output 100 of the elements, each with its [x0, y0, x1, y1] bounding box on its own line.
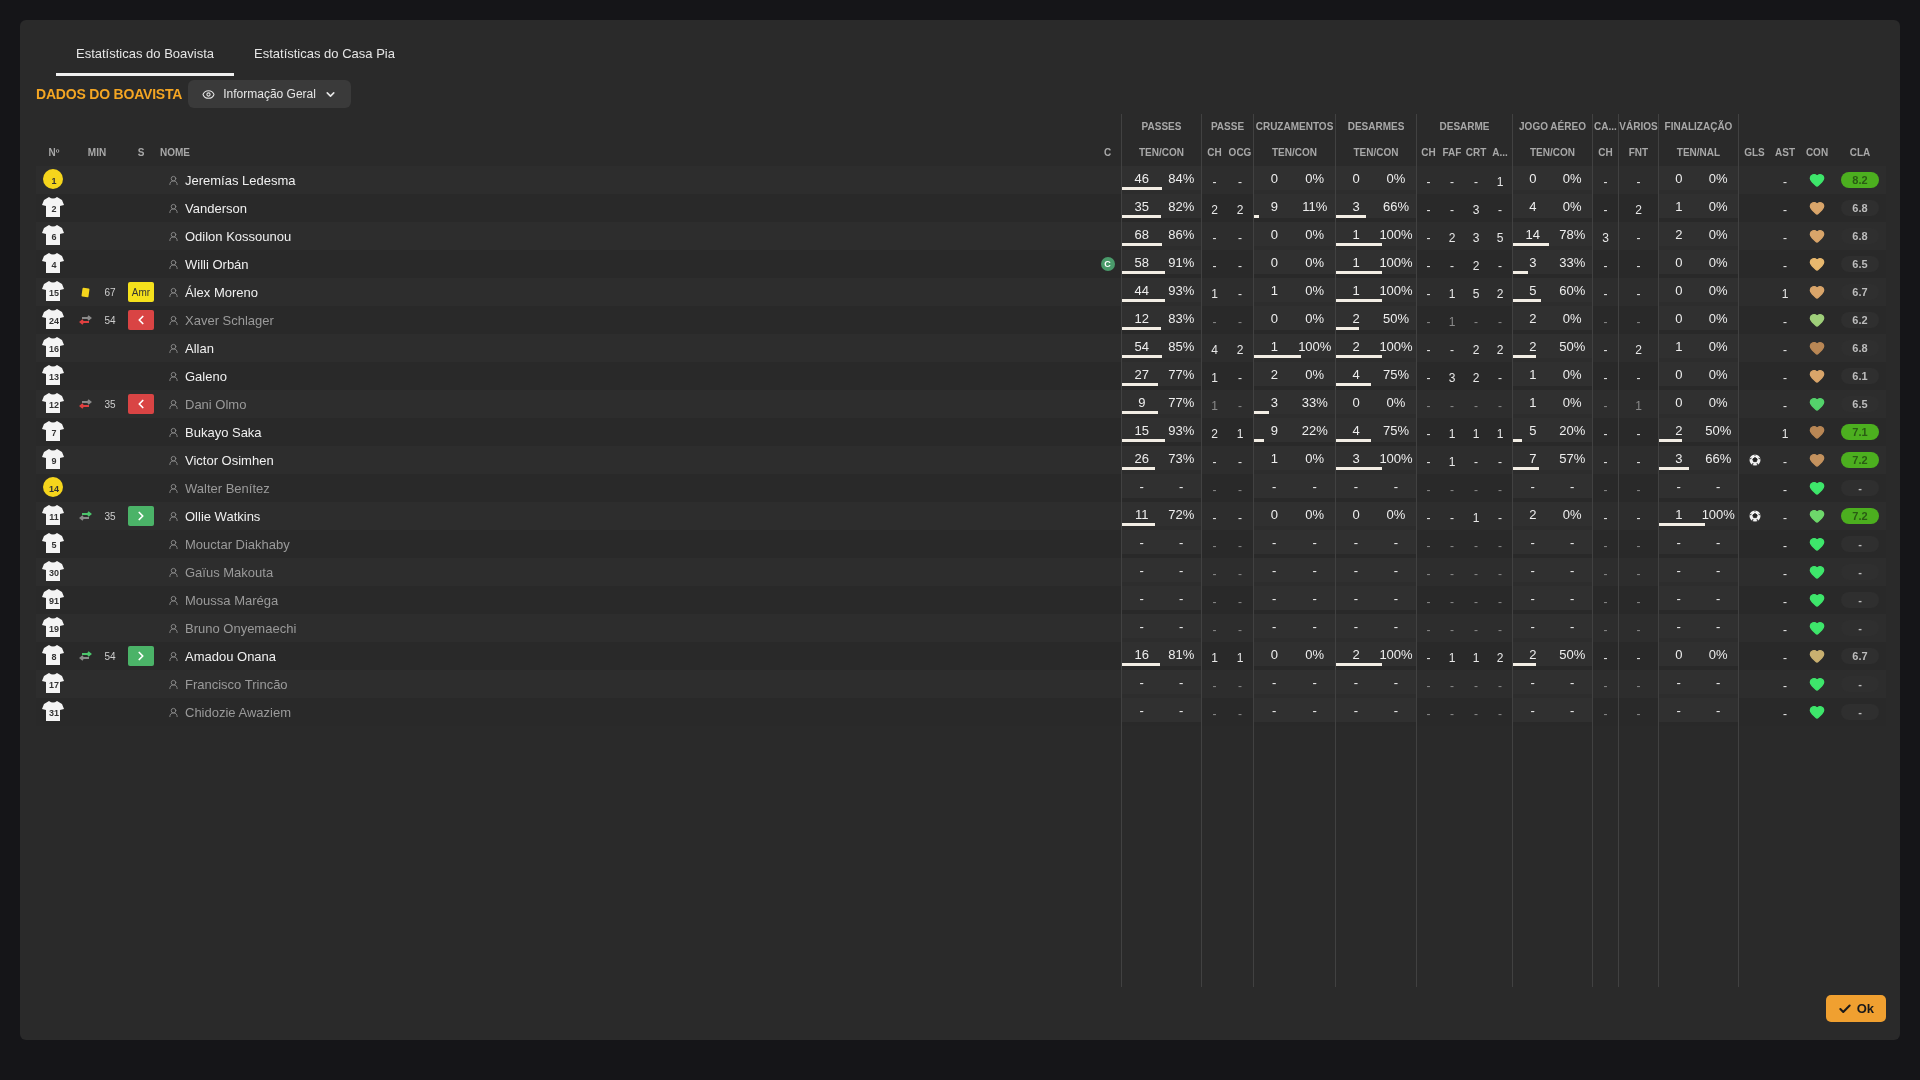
- success-rate: -: [1715, 702, 1722, 718]
- shirt-number: 7: [51, 428, 57, 438]
- column-group-header: DESARME: [1439, 120, 1490, 132]
- assists-value: -: [1783, 175, 1787, 189]
- attempts-value: 0: [1351, 506, 1361, 522]
- player-name[interactable]: Bukayo Saka: [185, 424, 262, 440]
- player-name[interactable]: Allan: [185, 340, 214, 356]
- player-name[interactable]: Mouctar Diakhaby: [185, 536, 290, 552]
- attempts-value: 26: [1133, 450, 1150, 466]
- tab[interactable]: Estatísticas do Boavista: [56, 46, 234, 76]
- shirt-number: 11: [49, 512, 59, 522]
- attempts-value: 16: [1133, 646, 1150, 662]
- player-name[interactable]: Ollie Watkins: [185, 508, 261, 524]
- success-rate: -: [1178, 618, 1185, 634]
- success-rate: -: [1311, 562, 1318, 578]
- player-name[interactable]: Vanderson: [185, 200, 247, 216]
- player-name[interactable]: Gaïus Makouta: [185, 564, 274, 580]
- success-rate: 0%: [1707, 282, 1729, 298]
- attempts-value: 1: [1674, 198, 1684, 214]
- stat-value: -: [1636, 259, 1641, 273]
- attempts-value: -: [1352, 590, 1360, 606]
- rating-value: 6.1: [1841, 368, 1879, 384]
- stat-value: -: [1498, 623, 1502, 637]
- attempts-value: 2: [1674, 422, 1684, 438]
- column-header: CLA: [1849, 146, 1871, 158]
- stat-value: 1: [1496, 175, 1504, 189]
- stat-value: -: [1450, 707, 1454, 721]
- substitution-icon: [78, 651, 92, 661]
- column-group-header: JOGO AÉREO: [1519, 120, 1586, 132]
- stat-value: -: [1498, 371, 1502, 385]
- player-name[interactable]: Moussa Maréga: [185, 592, 279, 608]
- shirt-number: 8: [51, 652, 57, 662]
- shirt-number: 17: [49, 680, 59, 690]
- stat-value: -: [1426, 483, 1431, 497]
- attempts-value: -: [1352, 674, 1360, 690]
- attempts-value: 2: [1674, 226, 1684, 242]
- success-rate: -: [1178, 478, 1185, 494]
- attempts-value: -: [1529, 562, 1536, 578]
- player-name[interactable]: Chidozie Awaziem: [185, 704, 291, 720]
- attempts-value: -: [1138, 674, 1145, 690]
- tab[interactable]: Estatísticas do Casa Pia: [234, 46, 415, 76]
- player-name[interactable]: Galeno: [185, 368, 227, 384]
- player-name[interactable]: Amadou Onana: [185, 648, 277, 664]
- success-rate: 0%: [1304, 366, 1326, 382]
- success-rate: -: [1715, 674, 1722, 690]
- player-name[interactable]: Francisco Trincão: [185, 676, 288, 692]
- stat-value: -: [1603, 371, 1608, 385]
- stat-value: -: [1426, 231, 1431, 245]
- shirt-number: 15: [49, 288, 59, 298]
- stat-value: -: [1450, 175, 1454, 189]
- player-name[interactable]: Dani Olmo: [185, 396, 247, 412]
- attempts-value: 9: [1137, 394, 1147, 410]
- attempts-value: 2: [1528, 338, 1538, 354]
- player-name[interactable]: Bruno Onyemaechi: [185, 620, 297, 636]
- attempts-value: -: [1675, 562, 1682, 578]
- attempts-value: -: [1271, 534, 1278, 550]
- attempts-value: -: [1675, 674, 1682, 690]
- attempts-value: 1: [1674, 506, 1684, 522]
- view-dropdown[interactable]: Informação Geral: [188, 80, 351, 108]
- shirt-number: 16: [49, 344, 59, 354]
- attempts-value: 2: [1528, 506, 1538, 522]
- attempts-value: 0: [1528, 170, 1538, 186]
- success-rate: 100%: [1378, 646, 1414, 662]
- player-name[interactable]: Walter Benítez: [185, 480, 270, 496]
- stat-value: 2: [1496, 651, 1504, 665]
- player-name[interactable]: Jeremías Ledesma: [185, 172, 296, 188]
- stat-value: -: [1238, 679, 1242, 693]
- success-rate: 33%: [1558, 254, 1587, 270]
- stat-value: -: [1238, 539, 1242, 553]
- stat-value: 1: [1448, 651, 1456, 665]
- success-rate: -: [1311, 618, 1318, 634]
- player-name[interactable]: Álex Moreno: [185, 284, 258, 300]
- stat-value: 2: [1236, 203, 1244, 217]
- success-rate: -: [1392, 562, 1400, 578]
- player-name[interactable]: Xaver Schlager: [185, 312, 274, 328]
- attempts-value: 2: [1528, 310, 1538, 326]
- stat-value: -: [1603, 175, 1608, 189]
- shirt-number: 9: [51, 456, 57, 466]
- stat-value: -: [1238, 231, 1242, 245]
- attempts-value: -: [1138, 534, 1145, 550]
- stat-value: 1: [1472, 651, 1480, 665]
- shirt-number: 5: [51, 540, 57, 550]
- stat-value: -: [1636, 679, 1641, 693]
- column-header: TEN/NAL: [1676, 146, 1721, 158]
- player-name[interactable]: Victor Osimhen: [185, 452, 274, 468]
- assists-value: -: [1783, 511, 1787, 525]
- stat-value: -: [1450, 511, 1454, 525]
- stat-value: -: [1603, 651, 1608, 665]
- success-rate: 82%: [1167, 198, 1196, 214]
- success-rate: 75%: [1382, 422, 1410, 438]
- stat-value: -: [1450, 567, 1454, 581]
- attempts-value: -: [1138, 618, 1145, 634]
- stat-value: -: [1636, 707, 1641, 721]
- attempts-value: 0: [1269, 506, 1279, 522]
- player-name[interactable]: Willi Orbán: [185, 256, 249, 272]
- stat-value: -: [1498, 399, 1502, 413]
- attempts-value: 1: [1269, 282, 1279, 298]
- ok-button[interactable]: Ok: [1825, 995, 1886, 1022]
- player-name[interactable]: Odilon Kossounou: [185, 228, 292, 244]
- column-header: CH: [1421, 146, 1436, 158]
